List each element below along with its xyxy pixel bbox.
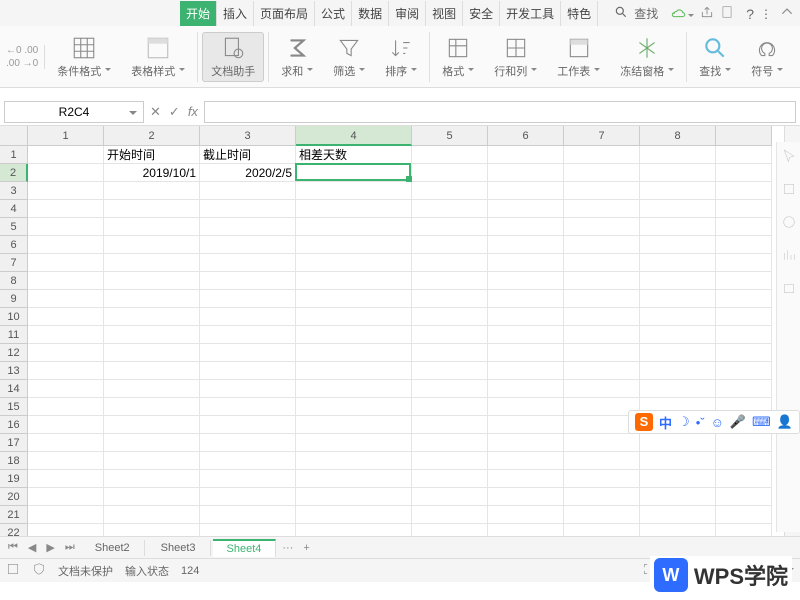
sheet-next-icon[interactable]: ▶ — [42, 541, 58, 554]
row-headers[interactable]: 12345678910111213141516171819202122 — [0, 146, 28, 536]
formula-input[interactable] — [204, 101, 796, 123]
worksheet-button[interactable]: 工作表 — [549, 33, 608, 81]
panel-property-icon[interactable] — [781, 214, 797, 235]
share-icon[interactable] — [700, 5, 714, 22]
status-num: 124 — [181, 565, 199, 577]
sheet-add[interactable]: + — [299, 542, 313, 554]
tab-insert[interactable]: 插入 — [217, 1, 254, 26]
sheet-first-icon[interactable]: ⏮ — [4, 541, 22, 554]
fx-icon[interactable]: fx — [188, 104, 198, 119]
decimal-group: ←0 .00 .00 →0 — [6, 45, 45, 69]
ime-moon-icon[interactable]: ☽ — [678, 414, 690, 430]
sheet-more[interactable]: ··· — [278, 542, 297, 554]
more-icon[interactable]: ⋮ — [760, 7, 774, 21]
find-button[interactable]: 查找 — [691, 33, 739, 81]
sort-button[interactable]: 排序 — [377, 33, 425, 81]
ime-punct-icon[interactable]: •ˇ — [696, 415, 705, 430]
spreadsheet-grid: 12345678 1234567891011121314151617181920… — [0, 126, 800, 536]
ime-user-icon[interactable]: 👤 — [777, 414, 793, 430]
freeze-button[interactable]: 冻结窗格 — [612, 33, 682, 81]
protect-icon[interactable] — [32, 562, 46, 579]
panel-analysis-icon[interactable] — [781, 247, 797, 268]
sheet-prev-icon[interactable]: ◀ — [24, 541, 40, 554]
wps-logo-text: WPS学院 — [694, 559, 788, 591]
protect-label: 文档未保护 — [58, 563, 113, 579]
search-icon[interactable] — [614, 5, 628, 22]
tab-security[interactable]: 安全 — [463, 1, 500, 26]
ime-mic-icon[interactable]: 🎤 — [730, 414, 746, 430]
filter-button[interactable]: 筛选 — [325, 33, 373, 81]
tab-devtools[interactable]: 开发工具 — [500, 1, 561, 26]
rowcol-button[interactable]: 行和列 — [486, 33, 545, 81]
cloud-icon[interactable] — [670, 4, 694, 23]
ribbon-tabs: 开始 插入 页面布局 公式 数据 审阅 视图 安全 开发工具 特色 查找 ? ⋮ — [0, 0, 800, 26]
increase-decimal[interactable]: .00 →0 — [6, 58, 38, 69]
tab-view[interactable]: 视图 — [426, 1, 463, 26]
ime-emoji-icon[interactable]: ☺ — [711, 415, 724, 430]
tab-start[interactable]: 开始 — [180, 1, 217, 26]
export-icon[interactable] — [720, 5, 734, 22]
column-headers[interactable]: 12345678 — [28, 126, 772, 146]
input-status: 输入状态 — [125, 563, 169, 579]
cond-format-button[interactable]: 条件格式 — [49, 33, 119, 81]
wps-watermark: W WPS学院 — [650, 556, 792, 594]
tab-review[interactable]: 审阅 — [389, 1, 426, 26]
symbol-button[interactable]: 符号 — [743, 33, 791, 81]
doc-assistant-button[interactable]: 文档助手 — [202, 32, 264, 82]
ime-keyboard-icon[interactable]: ⌨ — [752, 414, 771, 430]
decrease-decimal[interactable]: ←0 .00 — [6, 45, 38, 56]
sheet-tab-2[interactable]: Sheet2 — [81, 540, 145, 556]
confirm-icon[interactable]: ✓ — [169, 104, 180, 120]
name-box[interactable]: R2C4 — [4, 101, 144, 123]
sum-button[interactable]: 求和 — [273, 33, 321, 81]
sogou-icon[interactable]: S — [635, 413, 653, 431]
collapse-ribbon-icon[interactable] — [780, 5, 794, 22]
panel-style-icon[interactable] — [781, 181, 797, 202]
tab-pagelayout[interactable]: 页面布局 — [254, 1, 315, 26]
tab-formula[interactable]: 公式 — [315, 1, 352, 26]
panel-select-icon[interactable] — [781, 148, 797, 169]
sheet-tab-4[interactable]: Sheet4 — [213, 539, 277, 557]
sheet-last-icon[interactable]: ⏭ — [61, 541, 79, 554]
panel-backup-icon[interactable] — [781, 280, 797, 301]
select-all-corner[interactable] — [0, 126, 28, 146]
formula-bar: R2C4 ✕ ✓ fx — [0, 98, 800, 126]
ribbon: ←0 .00 .00 →0 条件格式 表格样式 文档助手 求和 筛选 排序 格式… — [0, 26, 800, 88]
tab-special[interactable]: 特色 — [561, 1, 598, 26]
wps-logo-icon: W — [654, 558, 688, 592]
layout-icon[interactable] — [6, 562, 20, 579]
cancel-icon[interactable]: ✕ — [150, 104, 161, 120]
cells-area[interactable]: 开始时间截止时间相差天数2019/10/12020/2/5 — [28, 146, 772, 536]
ime-lang[interactable]: 中 — [659, 413, 672, 432]
help-icon[interactable]: ? — [746, 6, 754, 22]
table-style-button[interactable]: 表格样式 — [123, 33, 193, 81]
tab-data[interactable]: 数据 — [352, 1, 389, 26]
right-side-panel — [776, 142, 800, 532]
ime-toolbar: S 中 ☽ •ˇ ☺ 🎤 ⌨ 👤 — [628, 410, 800, 434]
search-label[interactable]: 查找 — [634, 5, 658, 22]
sheet-tab-3[interactable]: Sheet3 — [147, 540, 211, 556]
sheet-tab-bar: ⏮ ◀ ▶ ⏭ Sheet2 Sheet3 Sheet4 ··· + — [0, 536, 800, 558]
format-button[interactable]: 格式 — [434, 33, 482, 81]
